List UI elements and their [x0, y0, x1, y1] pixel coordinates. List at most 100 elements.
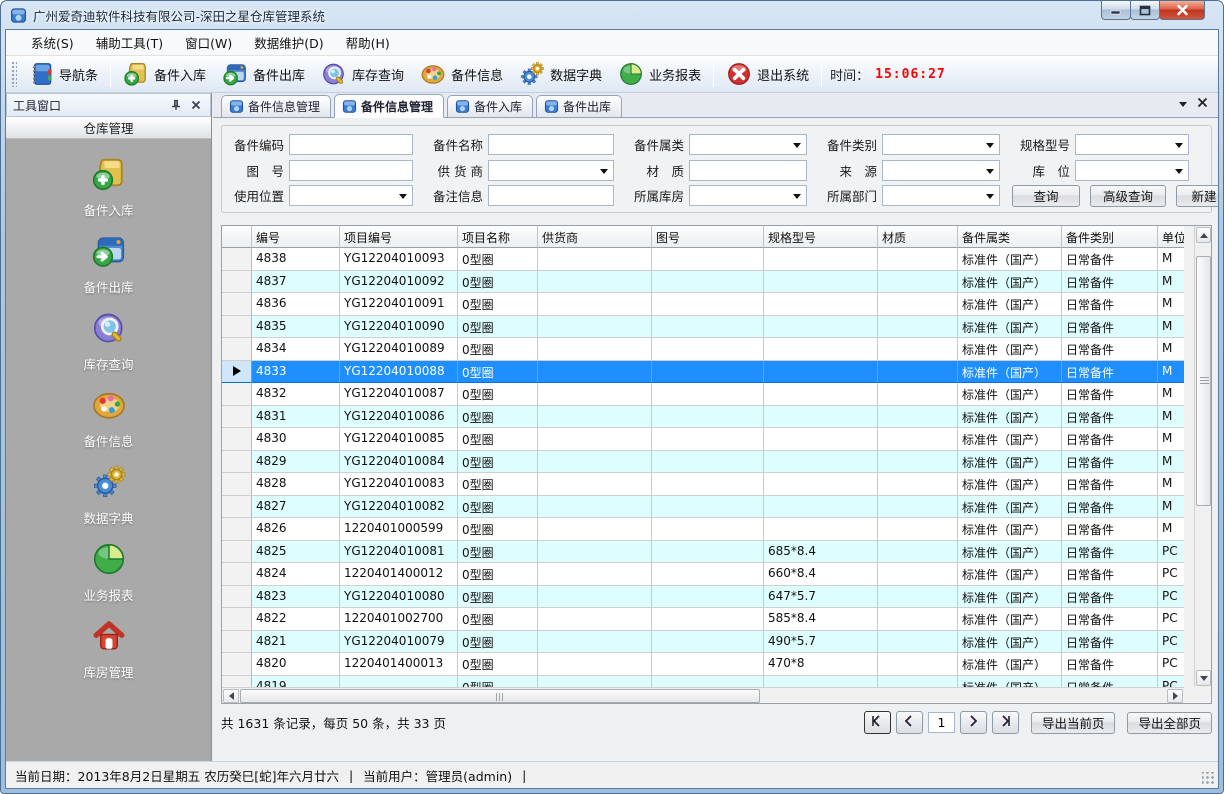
table-row-4823[interactable]: 4823YG122040100800型圈647*5.7标准件（国产）日常备件PC	[222, 586, 1184, 609]
text-input[interactable]	[489, 135, 613, 154]
table-row-4824[interactable]: 482412204014000120型圈660*8.4标准件（国产）日常备件PC	[222, 563, 1184, 586]
row-selector[interactable]	[222, 428, 252, 451]
sidebar-item-库房管理[interactable]: 库房管理	[6, 609, 211, 686]
table-row-4819[interactable]: 48190型圈标准件（国产）日常备件PC	[222, 676, 1184, 688]
table-row-4826[interactable]: 482612204010005990型圈标准件（国产）日常备件M	[222, 518, 1184, 541]
grid-corner-header[interactable]	[222, 226, 252, 248]
dropdown-所属库房[interactable]	[689, 185, 807, 206]
minimize-button[interactable]	[1101, 1, 1131, 20]
dropdown-库位[interactable]	[1075, 160, 1189, 181]
text-input-备件编码[interactable]	[289, 134, 413, 155]
vertical-scroll-thumb[interactable]	[1196, 256, 1211, 506]
table-row-4832[interactable]: 4832YG122040100870型圈标准件（国产）日常备件M	[222, 383, 1184, 406]
toolbar-button-数据字典[interactable]: 数据字典	[511, 58, 610, 90]
table-row-4831[interactable]: 4831YG122040100860型圈标准件（国产）日常备件M	[222, 406, 1184, 429]
dropdown-供货商[interactable]	[488, 160, 614, 181]
column-header-规格型号[interactable]: 规格型号	[764, 226, 878, 248]
scroll-down-icon[interactable]	[1196, 670, 1211, 686]
row-selector[interactable]	[222, 316, 252, 339]
text-input[interactable]	[690, 161, 806, 180]
row-selector[interactable]	[222, 608, 252, 631]
maximize-button[interactable]	[1130, 1, 1160, 20]
text-input[interactable]	[489, 186, 613, 205]
vertical-scrollbar[interactable]	[1194, 226, 1211, 687]
tab-备件入库-3[interactable]: 备件入库	[447, 95, 533, 117]
sidebar-item-备件入库[interactable]: 备件入库	[6, 147, 211, 224]
last-page-button[interactable]	[992, 711, 1019, 734]
column-header-材质[interactable]: 材质	[878, 226, 958, 248]
query-button[interactable]: 查询	[1012, 185, 1080, 207]
row-selector[interactable]	[222, 451, 252, 474]
toolbar-button-备件信息[interactable]: 备件信息	[412, 58, 511, 90]
menu-item-2[interactable]: 辅助工具(T)	[85, 29, 174, 56]
table-row-4828[interactable]: 4828YG122040100830型圈标准件（国产）日常备件M	[222, 473, 1184, 496]
table-row-4822[interactable]: 482212204010027000型圈585*8.4标准件（国产）日常备件PC	[222, 608, 1184, 631]
text-input-备件名称[interactable]	[488, 134, 614, 155]
next-page-button[interactable]	[960, 711, 987, 734]
sidebar-close-icon[interactable]	[188, 97, 204, 113]
toolbar-grip[interactable]	[11, 61, 17, 87]
dropdown-备件类别[interactable]	[882, 134, 1000, 155]
row-selector[interactable]	[222, 631, 252, 654]
column-header-项目编号[interactable]: 项目编号	[340, 226, 458, 248]
table-row-4821[interactable]: 4821YG122040100790型圈490*5.7标准件（国产）日常备件PC	[222, 631, 1184, 654]
toolbar-button-退出系统[interactable]: 退出系统	[718, 58, 817, 90]
dropdown-规格型号[interactable]	[1075, 134, 1189, 155]
tab-close-icon[interactable]	[1197, 97, 1208, 111]
row-selector[interactable]	[222, 496, 252, 519]
table-row-4820[interactable]: 482012204014000130型圈470*8标准件（国产）日常备件PC	[222, 653, 1184, 676]
row-selector[interactable]	[222, 271, 252, 294]
text-input[interactable]	[290, 161, 412, 180]
dropdown-所属部门[interactable]	[882, 185, 1000, 206]
text-input-材质[interactable]	[689, 160, 807, 181]
menu-item-1[interactable]: 系统(S)	[20, 29, 85, 56]
table-row-4825[interactable]: 4825YG122040100810型圈685*8.4标准件（国产）日常备件PC	[222, 541, 1184, 564]
close-button[interactable]	[1159, 1, 1205, 20]
toolbar-button-导航条[interactable]: 导航条	[20, 58, 106, 90]
resize-grip[interactable]	[1202, 772, 1215, 785]
first-page-button[interactable]	[864, 711, 891, 734]
sidebar-item-备件信息[interactable]: 备件信息	[6, 378, 211, 455]
pin-icon[interactable]	[168, 97, 184, 113]
tab-备件信息管理-2[interactable]: 备件信息管理	[334, 94, 444, 118]
column-header-项目名称[interactable]: 项目名称	[458, 226, 538, 248]
scroll-left-icon[interactable]	[223, 689, 239, 703]
menu-item-3[interactable]: 窗口(W)	[174, 29, 243, 56]
column-header-图号[interactable]: 图号	[652, 226, 764, 248]
table-row-4830[interactable]: 4830YG122040100850型圈标准件（国产）日常备件M	[222, 428, 1184, 451]
row-selector[interactable]	[222, 293, 252, 316]
horizontal-scroll-thumb[interactable]	[240, 689, 760, 703]
table-row-4827[interactable]: 4827YG122040100820型圈标准件（国产）日常备件M	[222, 496, 1184, 519]
column-header-供货商[interactable]: 供货商	[538, 226, 652, 248]
sidebar-item-备件出库[interactable]: 备件出库	[6, 224, 211, 301]
row-selector[interactable]	[222, 473, 252, 496]
horizontal-scrollbar[interactable]	[222, 687, 1184, 703]
text-input-图号[interactable]	[289, 160, 413, 181]
table-row-4836[interactable]: 4836YG122040100910型圈标准件（国产）日常备件M	[222, 293, 1184, 316]
table-row-4833[interactable]: 4833YG122040100880型圈标准件（国产）日常备件M	[222, 361, 1184, 384]
advanced-query-button[interactable]: 高级查询	[1090, 185, 1166, 207]
column-header-单位[interactable]: 单位	[1158, 226, 1184, 248]
sidebar-item-库存查询[interactable]: 库存查询	[6, 301, 211, 378]
table-row-4838[interactable]: 4838YG122040100930型圈标准件（国产）日常备件M	[222, 248, 1184, 271]
dropdown-备件属类[interactable]	[689, 134, 807, 155]
row-selector[interactable]	[222, 541, 252, 564]
table-row-4835[interactable]: 4835YG122040100900型圈标准件（国产）日常备件M	[222, 316, 1184, 339]
table-row-4834[interactable]: 4834YG122040100890型圈标准件（国产）日常备件M	[222, 338, 1184, 361]
sidebar-item-业务报表[interactable]: 业务报表	[6, 532, 211, 609]
tab-备件信息管理-1[interactable]: 备件信息管理	[221, 95, 331, 117]
chevron-down-icon[interactable]	[1179, 102, 1187, 107]
dropdown-使用位置[interactable]	[289, 185, 413, 206]
scroll-up-icon[interactable]	[1196, 227, 1211, 243]
scroll-right-icon[interactable]	[1167, 689, 1183, 703]
row-selector[interactable]	[222, 383, 252, 406]
text-input[interactable]	[290, 135, 412, 154]
row-selector[interactable]	[222, 338, 252, 361]
row-selector[interactable]	[222, 518, 252, 541]
dropdown-来源[interactable]	[882, 160, 1000, 181]
row-selector[interactable]	[222, 563, 252, 586]
table-row-4829[interactable]: 4829YG122040100840型圈标准件（国产）日常备件M	[222, 451, 1184, 474]
column-header-编号[interactable]: 编号	[252, 226, 340, 248]
tab-备件出库-4[interactable]: 备件出库	[536, 95, 622, 117]
row-selector[interactable]	[222, 676, 252, 688]
